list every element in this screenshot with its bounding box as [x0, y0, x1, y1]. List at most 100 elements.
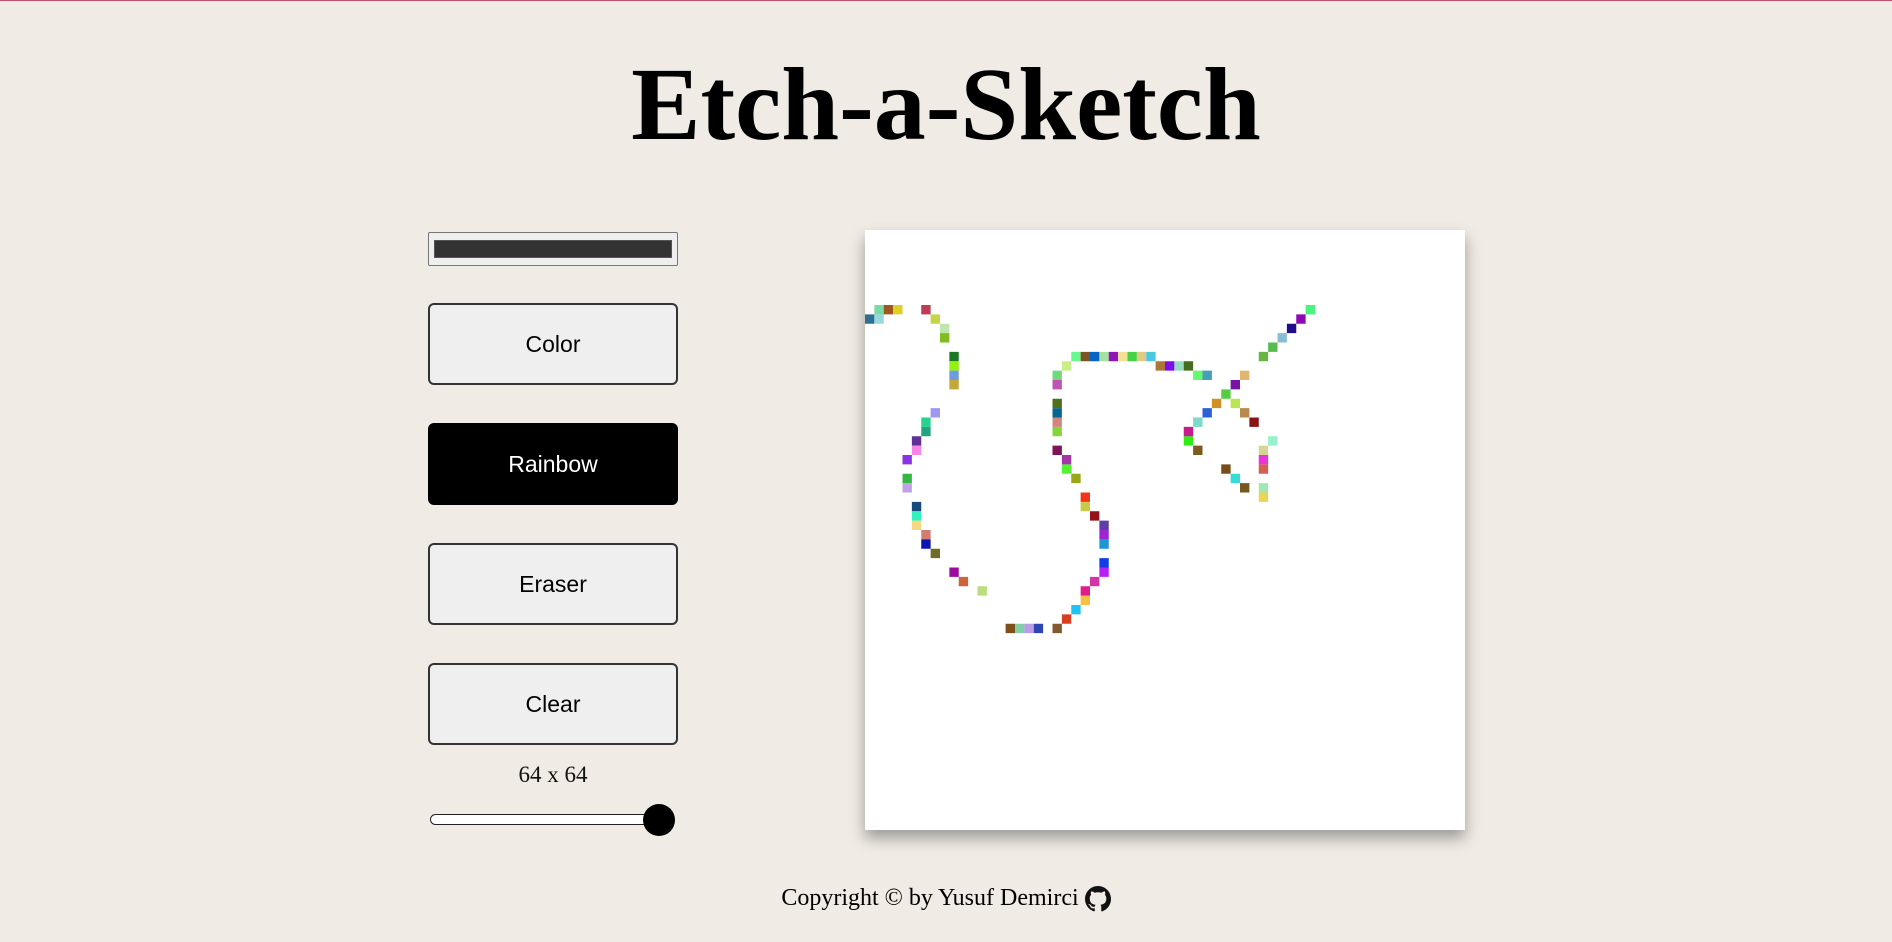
grid-cell[interactable]	[1249, 417, 1259, 427]
grid-cell[interactable]	[1183, 361, 1194, 371]
grid-cell[interactable]	[1165, 361, 1175, 371]
grid-cell[interactable]	[1108, 351, 1119, 362]
grid-cell[interactable]	[902, 473, 912, 484]
grid-cell[interactable]	[1052, 623, 1062, 634]
grid-cell[interactable]	[1296, 314, 1306, 324]
grid-cell[interactable]	[1202, 370, 1212, 380]
color-picker-input[interactable]	[428, 232, 678, 266]
grid-cell[interactable]	[1230, 398, 1240, 409]
grid-cell[interactable]	[1240, 408, 1250, 418]
grid-size-slider[interactable]	[428, 804, 678, 836]
grid-cell[interactable]	[1061, 614, 1072, 624]
grid-cell[interactable]	[1061, 361, 1072, 371]
clear-button[interactable]: Clear	[428, 663, 678, 745]
slider-thumb[interactable]	[643, 804, 675, 836]
grid-cell[interactable]	[1090, 576, 1100, 587]
grid-cell[interactable]	[940, 323, 950, 334]
grid-cell[interactable]	[1080, 586, 1090, 596]
grid-cell[interactable]	[949, 351, 959, 362]
grid-cell[interactable]	[1090, 351, 1100, 362]
grid-cell[interactable]	[1221, 464, 1231, 474]
grid-cell[interactable]	[1071, 605, 1081, 615]
grid-cell[interactable]	[1277, 333, 1287, 343]
grid-cell[interactable]	[1099, 558, 1109, 568]
grid-cell[interactable]	[1268, 342, 1278, 352]
grid-cell[interactable]	[902, 483, 912, 493]
grid-cell[interactable]	[865, 314, 875, 324]
sketch-canvas[interactable]	[865, 230, 1465, 830]
grid-cell[interactable]	[893, 305, 903, 315]
grid-cell[interactable]	[1305, 305, 1315, 315]
grid-cell[interactable]	[1061, 455, 1072, 465]
grid-cell[interactable]	[1183, 436, 1194, 446]
grid-cell[interactable]	[1240, 483, 1250, 493]
grid-cell[interactable]	[921, 426, 931, 437]
grid-cell[interactable]	[1071, 351, 1081, 362]
grid-cell[interactable]	[1061, 464, 1072, 474]
slider-track[interactable]	[430, 814, 674, 825]
grid-cell[interactable]	[1193, 445, 1203, 455]
grid-cell[interactable]	[1052, 426, 1062, 437]
grid-cell[interactable]	[949, 370, 959, 380]
grid-cell[interactable]	[1268, 436, 1278, 446]
grid-cell[interactable]	[1174, 361, 1184, 371]
grid-cell[interactable]	[1258, 351, 1269, 362]
grid-cell[interactable]	[1033, 623, 1044, 634]
grid-cell[interactable]	[1230, 380, 1240, 390]
grid-cell[interactable]	[1052, 398, 1062, 409]
grid-cell[interactable]	[958, 576, 969, 587]
grid-cell[interactable]	[1052, 408, 1062, 418]
grid-cell[interactable]	[1146, 351, 1156, 362]
grid-cell[interactable]	[1183, 426, 1194, 437]
grid-cell[interactable]	[1258, 464, 1269, 474]
grid-cell[interactable]	[1080, 492, 1090, 502]
grid-cell[interactable]	[1005, 623, 1015, 634]
grid-cell[interactable]	[1258, 483, 1269, 493]
eraser-button[interactable]: Eraser	[428, 543, 678, 625]
grid-cell[interactable]	[1258, 445, 1269, 455]
grid-cell[interactable]	[1211, 398, 1222, 409]
grid-cell[interactable]	[1240, 370, 1250, 380]
grid-cell[interactable]	[930, 314, 940, 324]
grid-cell[interactable]	[883, 305, 894, 315]
grid-cell[interactable]	[1080, 351, 1090, 362]
grid-cell[interactable]	[1193, 417, 1203, 427]
grid-cell[interactable]	[1099, 520, 1109, 530]
grid-cell[interactable]	[930, 408, 940, 418]
github-icon[interactable]	[1084, 885, 1111, 912]
grid-cell[interactable]	[977, 586, 987, 596]
grid-cell[interactable]	[874, 314, 884, 324]
grid-cell[interactable]	[949, 361, 959, 371]
grid-cell[interactable]	[1155, 361, 1165, 371]
grid-cell[interactable]	[1080, 595, 1090, 605]
grid-cell[interactable]	[921, 417, 931, 427]
grid-cell[interactable]	[911, 511, 922, 521]
grid-cell[interactable]	[949, 567, 959, 577]
grid-cell[interactable]	[1071, 473, 1081, 484]
grid-cell[interactable]	[1099, 351, 1109, 362]
grid-cell[interactable]	[940, 333, 950, 343]
grid-cell[interactable]	[1052, 370, 1062, 380]
grid-cell[interactable]	[874, 305, 884, 315]
grid-cell[interactable]	[1015, 623, 1025, 634]
grid-cell[interactable]	[1099, 567, 1109, 577]
grid-cell[interactable]	[1052, 445, 1062, 455]
grid-cell[interactable]	[1052, 380, 1062, 390]
grid-cell[interactable]	[1080, 501, 1090, 512]
grid-cell[interactable]	[1286, 323, 1297, 334]
grid-cell[interactable]	[1127, 351, 1137, 362]
grid-cell[interactable]	[911, 436, 922, 446]
grid-cell[interactable]	[930, 548, 940, 559]
rainbow-button[interactable]: Rainbow	[428, 423, 678, 505]
grid-cell[interactable]	[911, 445, 922, 455]
grid-cell[interactable]	[1099, 539, 1109, 549]
grid-cell[interactable]	[1221, 389, 1231, 399]
grid-cell[interactable]	[1193, 370, 1203, 380]
grid-cell[interactable]	[1024, 623, 1034, 634]
grid-cell[interactable]	[921, 539, 931, 549]
grid-cell[interactable]	[921, 530, 931, 540]
grid-cell[interactable]	[921, 305, 931, 315]
sketch-grid[interactable]	[865, 230, 1465, 830]
grid-cell[interactable]	[911, 520, 922, 530]
grid-cell[interactable]	[1258, 455, 1269, 465]
